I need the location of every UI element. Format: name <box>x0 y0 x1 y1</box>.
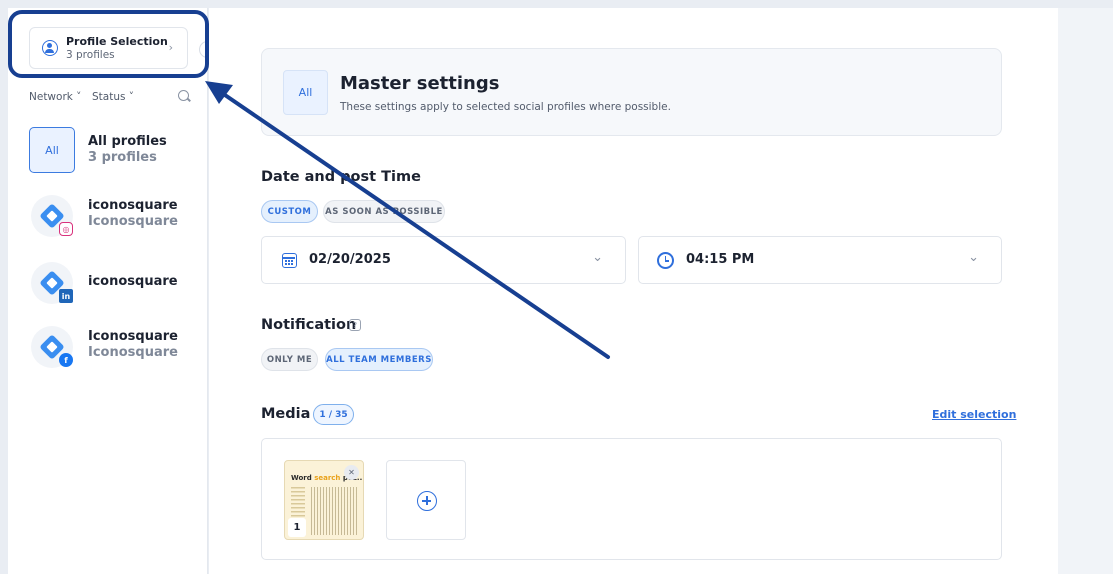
arrow-head <box>205 81 233 104</box>
annotation-arrow <box>205 81 610 359</box>
arrow-shaft <box>220 91 610 359</box>
